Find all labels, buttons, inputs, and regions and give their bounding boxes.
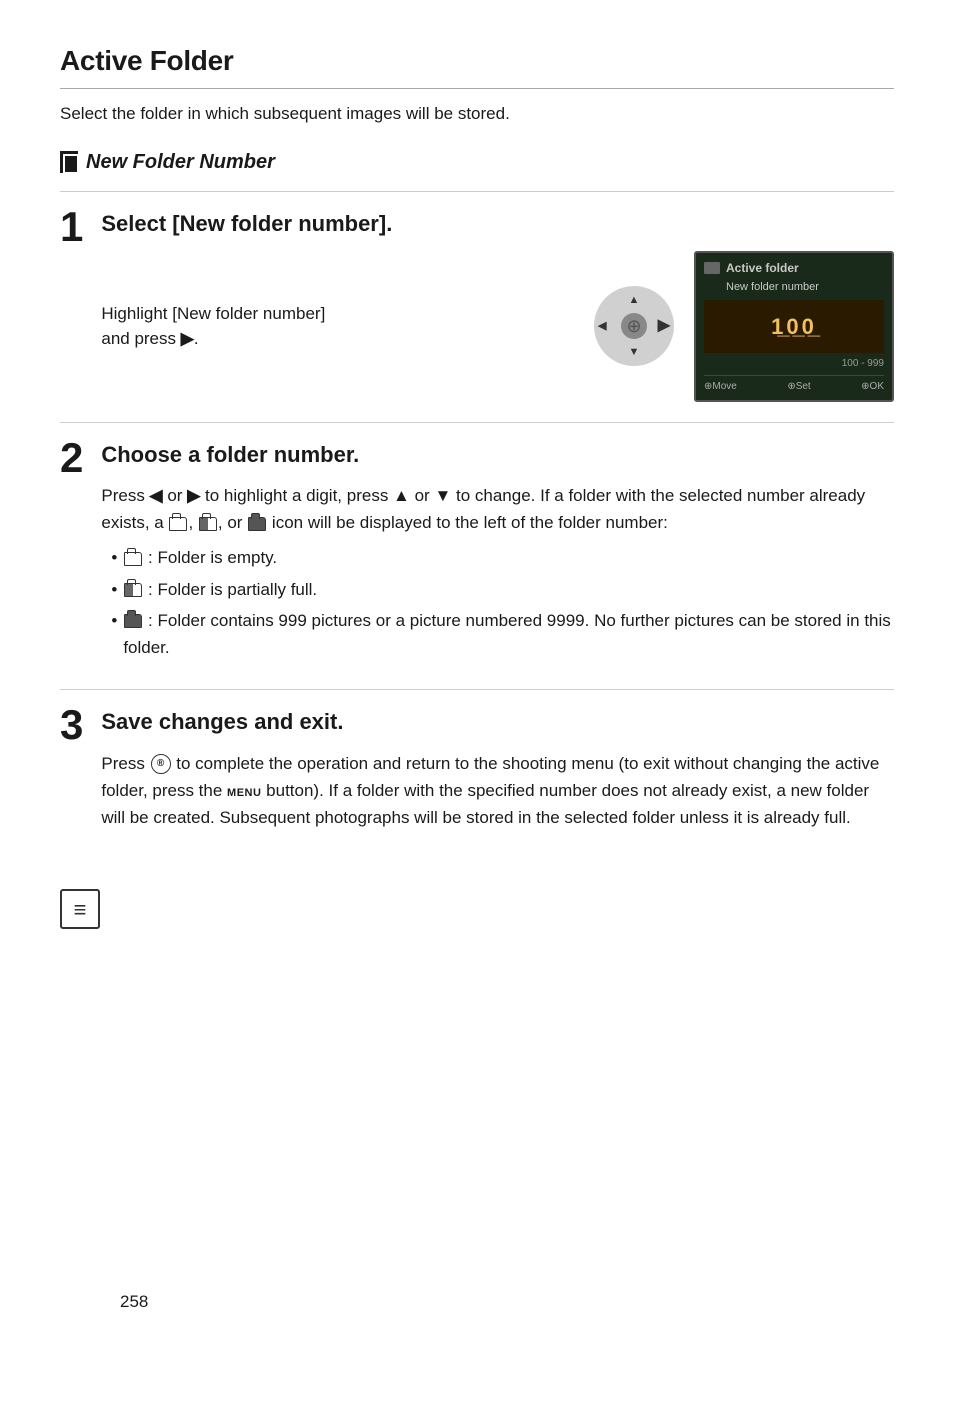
step2-arrow-down: ▼ (434, 486, 451, 505)
icon-folder-empty (169, 517, 187, 531)
bullet-dot-1: • (111, 544, 117, 571)
lcd-footer: ⊕Move ⊕Set ⊕OK (704, 375, 884, 394)
title-divider (60, 88, 894, 89)
bullet-3: • : Folder contains 999 pictures or a pi… (111, 607, 894, 661)
step2-arrow-right: ▶ (187, 486, 200, 505)
step-1-number: 1 (60, 206, 83, 248)
step-1-content: Select [New folder number]. Highlight [N… (101, 210, 894, 422)
ok-circle-icon: ® (151, 754, 171, 774)
lcd-range: 100 - 999 (704, 356, 884, 371)
step2-arrow-left: ◀ (150, 486, 163, 505)
lcd-title-row: Active folder (704, 259, 884, 277)
bullet-2: • : Folder is partially full. (111, 576, 894, 603)
step2-arrow-up: ▲ (393, 486, 410, 505)
lcd-ok: ⊕OK (861, 379, 884, 394)
section-icon (60, 151, 78, 173)
bullet-list: • : Folder is empty. • : Folder is parti… (111, 544, 894, 661)
lcd-screen: Active folder New folder number 1̲0̲0̲ 1… (694, 251, 894, 402)
bullet-3-text: : Folder contains 999 pictures or a pict… (123, 607, 894, 661)
dpad-arrow-up: ▲ (629, 292, 640, 309)
icon-folder-partial-2 (124, 583, 142, 597)
dpad: ▲ ▼ ◀ ▶ (594, 286, 674, 366)
step-1-body: Highlight [New folder number]and press ▶… (101, 301, 574, 352)
dpad-arrow-left: ◀ (598, 318, 606, 335)
menu-label: menu (227, 783, 261, 800)
step-2-intro: Press ◀ or ▶ to highlight a digit, press… (101, 482, 894, 536)
step3-rule (60, 689, 894, 690)
lcd-subtitle: New folder number (726, 279, 884, 296)
lcd-set: ⊕Set (787, 379, 810, 394)
dpad-arrow-right: ▶ (658, 314, 670, 338)
icon-folder-partial (199, 517, 217, 531)
lcd-move: ⊕Move (704, 379, 737, 394)
subtitle-text: Select the folder in which subsequent im… (60, 101, 894, 127)
step-1-inner: Highlight [New folder number]and press ▶… (101, 251, 894, 402)
lcd-camera-icon (704, 262, 720, 274)
step-3: 3 Save changes and exit. Press ® to comp… (60, 708, 894, 859)
dpad-circle: ▲ ▼ ◀ ▶ (594, 286, 674, 366)
lcd-title: Active folder (726, 259, 799, 277)
arrow-right-icon: ▶ (181, 329, 194, 348)
step-3-body: Press ® to complete the operation and re… (101, 750, 894, 832)
bottom-menu-icon (60, 889, 100, 929)
lcd-number: 1̲0̲0̲ (710, 304, 878, 349)
section-header-label: New Folder Number (86, 147, 275, 177)
step-2-number: 2 (60, 437, 83, 479)
step-3-text: Press ® to complete the operation and re… (101, 750, 894, 832)
dpad-center (621, 313, 647, 339)
step-3-content: Save changes and exit. Press ® to comple… (101, 708, 894, 859)
step-3-number: 3 (60, 704, 83, 746)
step-2-heading: Choose a folder number. (101, 441, 894, 469)
bullet-1-text: : Folder is empty. (123, 544, 277, 571)
icon-folder-empty-2 (124, 552, 142, 566)
step-1-text: Highlight [New folder number]and press ▶… (101, 301, 574, 352)
icon-folder-full-2 (124, 614, 142, 628)
step-2-body: Press ◀ or ▶ to highlight a digit, press… (101, 482, 894, 661)
icon-folder-full (248, 517, 266, 531)
section-header: New Folder Number (60, 147, 894, 177)
dpad-arrow-down: ▼ (629, 344, 640, 361)
step-1-heading: Select [New folder number]. (101, 210, 894, 238)
step1-rule (60, 191, 894, 192)
step-1: 1 Select [New folder number]. Highlight … (60, 210, 894, 422)
bullet-1: • : Folder is empty. (111, 544, 894, 571)
step-2: 2 Choose a folder number. Press ◀ or ▶ t… (60, 441, 894, 690)
step-2-content: Choose a folder number. Press ◀ or ▶ to … (101, 441, 894, 690)
bullet-dot-3: • (111, 607, 117, 634)
step2-rule (60, 422, 894, 423)
step-3-heading: Save changes and exit. (101, 708, 894, 736)
page-number: 258 (120, 1289, 148, 1315)
bullet-2-text: : Folder is partially full. (123, 576, 317, 603)
bullet-dot-2: • (111, 576, 117, 603)
page-title: Active Folder (60, 40, 894, 82)
